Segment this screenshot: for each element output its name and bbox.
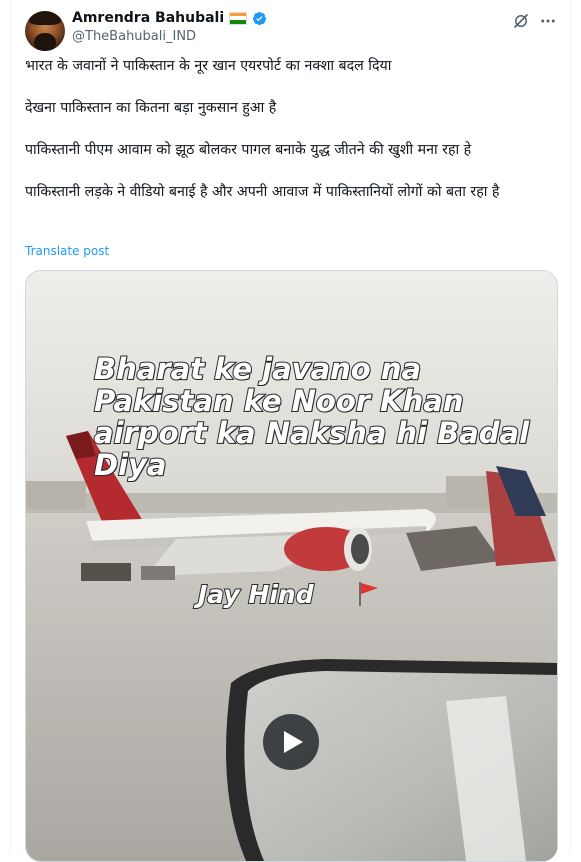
translate-post-link[interactable]: Translate post [25, 244, 109, 258]
tweet-line: देखना पाकिस्तान का कितना बड़ा नुकसान हुआ… [25, 100, 277, 116]
tweet-line: पाकिस्तानी लड़के ने वीडियो बनाई है और अप… [25, 184, 500, 200]
author-name[interactable]: Amrendra Bahubali [72, 10, 224, 26]
flag-stripe-green [230, 19, 247, 24]
video-overlay-text: Jay Hind [197, 579, 315, 610]
author-row: Amrendra Bahubali [72, 10, 267, 26]
play-button[interactable] [263, 714, 319, 770]
avatar-beard [34, 33, 56, 51]
avatar[interactable] [25, 11, 65, 51]
video-player[interactable]: Bharat ke javano na Pakistan ke Noor Kha… [25, 270, 558, 862]
author-handle[interactable]: @TheBahubali_IND [72, 29, 196, 44]
tweet-line: पाकिस्तानी पीएम आवाम को झूठ बोलकर पागल ब… [25, 142, 472, 158]
verified-badge-icon [253, 11, 267, 25]
grok-icon[interactable] [512, 12, 530, 30]
video-caption: Bharat ke javano na Pakistan ke Noor Kha… [93, 352, 530, 482]
tweet-line: भारत के जवानों ने पाकिस्तान के नूर खान ए… [25, 58, 392, 74]
india-flag-icon [229, 11, 248, 25]
avatar-hair [29, 11, 61, 25]
more-icon[interactable] [538, 12, 558, 30]
tweet-text: भारत के जवानों ने पाकिस्तान के नूर खान ए… [25, 56, 555, 203]
red-flag-icon [359, 582, 378, 606]
play-icon [284, 731, 303, 753]
